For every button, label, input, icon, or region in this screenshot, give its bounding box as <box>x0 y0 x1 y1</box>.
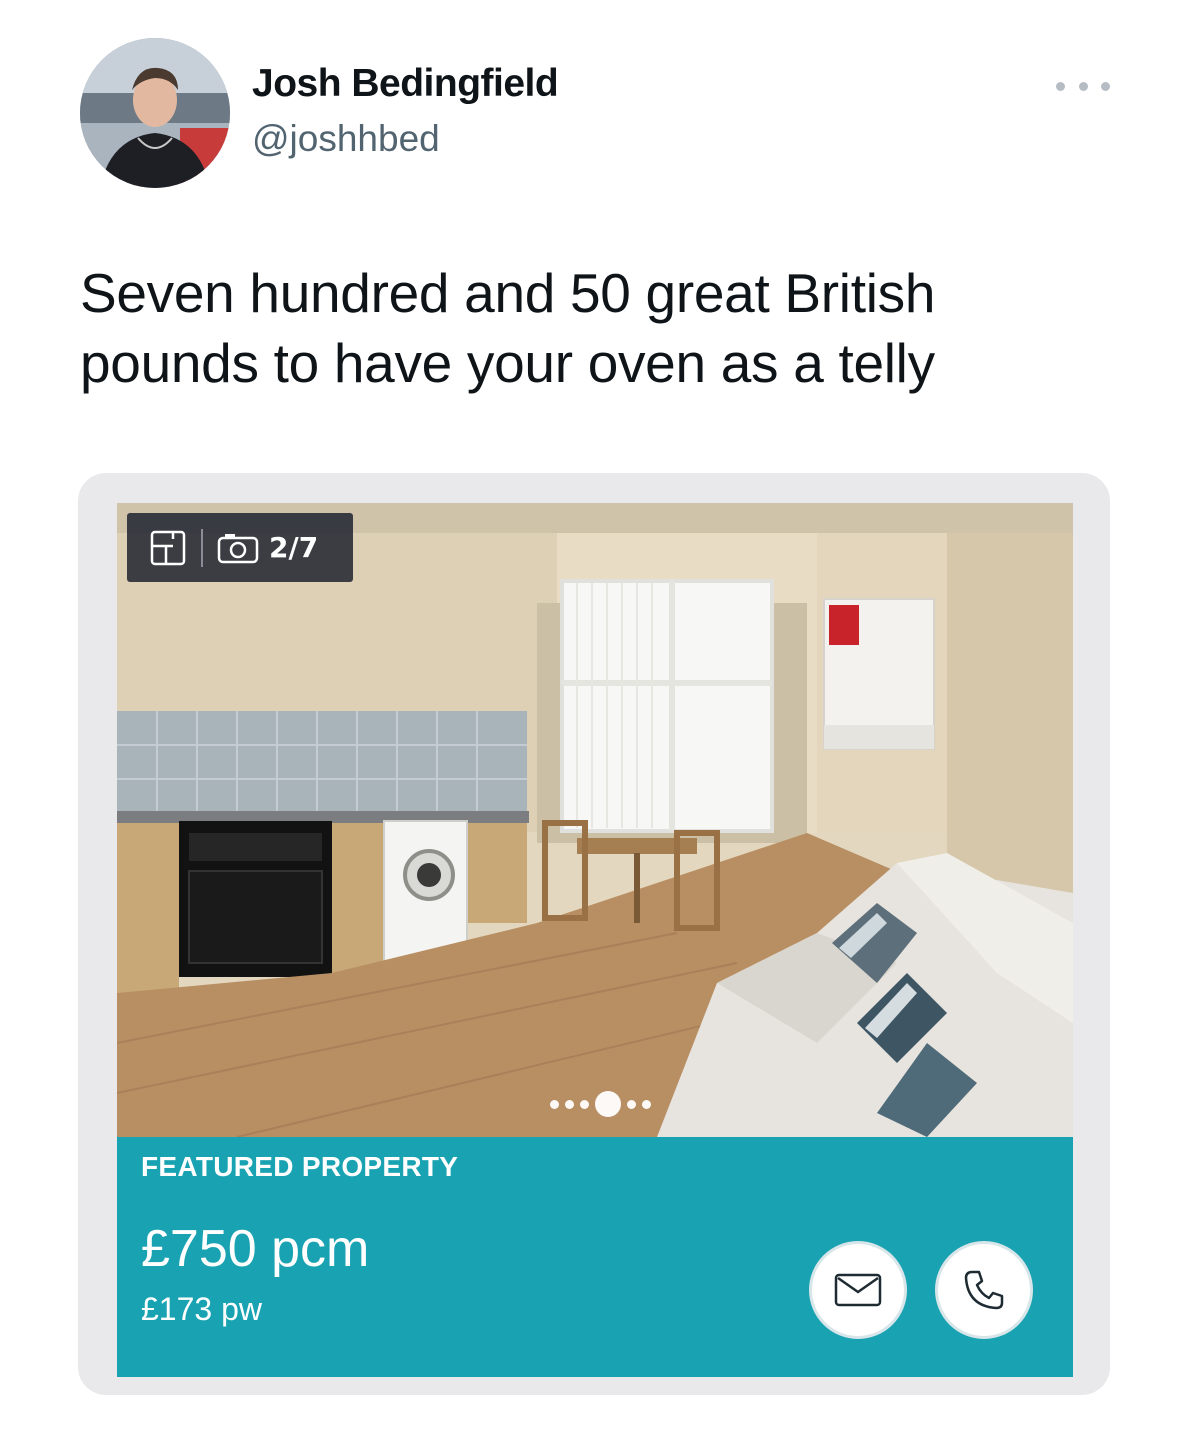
listing-photo[interactable] <box>117 503 1073 1137</box>
author-avatar[interactable] <box>80 38 230 188</box>
photo-counter: 2/7 <box>269 531 319 564</box>
camera-icon[interactable] <box>217 532 259 564</box>
carousel-dot[interactable] <box>579 1099 589 1109</box>
call-agent-button[interactable] <box>935 1241 1033 1339</box>
listing-panel[interactable]: FEATURED PROPERTY £750 pcm £173 pw <box>117 1137 1073 1377</box>
floorplan-icon[interactable] <box>149 529 187 567</box>
toolbar-divider <box>201 528 203 567</box>
carousel-dots[interactable] <box>540 1088 660 1120</box>
carousel-dot-active[interactable] <box>594 1091 621 1117</box>
more-options-button[interactable] <box>1056 74 1110 98</box>
carousel-dot[interactable] <box>549 1099 559 1109</box>
author-handle[interactable]: @joshhbed <box>252 118 440 160</box>
more-horizontal-icon <box>1056 81 1065 91</box>
author-name[interactable]: Josh Bedingfield <box>252 62 559 106</box>
tweet: Josh Bedingfield @joshhbed Seven hundred… <box>0 0 1188 1440</box>
photo-toolbar: 2/7 <box>127 513 353 582</box>
more-horizontal-icon <box>1101 81 1110 91</box>
envelope-icon <box>834 1273 882 1307</box>
price-monthly: £750 pcm <box>141 1220 370 1278</box>
carousel-dot[interactable] <box>626 1099 636 1109</box>
phone-icon <box>964 1270 1004 1310</box>
more-horizontal-icon <box>1078 81 1088 91</box>
carousel-dot[interactable] <box>641 1099 651 1109</box>
email-agent-button[interactable] <box>809 1241 907 1339</box>
carousel-dot[interactable] <box>564 1099 574 1109</box>
tweet-text: Seven hundred and 50 great British pound… <box>80 262 936 394</box>
featured-badge: FEATURED PROPERTY <box>141 1151 459 1182</box>
price-weekly: £173 pw <box>141 1291 262 1327</box>
